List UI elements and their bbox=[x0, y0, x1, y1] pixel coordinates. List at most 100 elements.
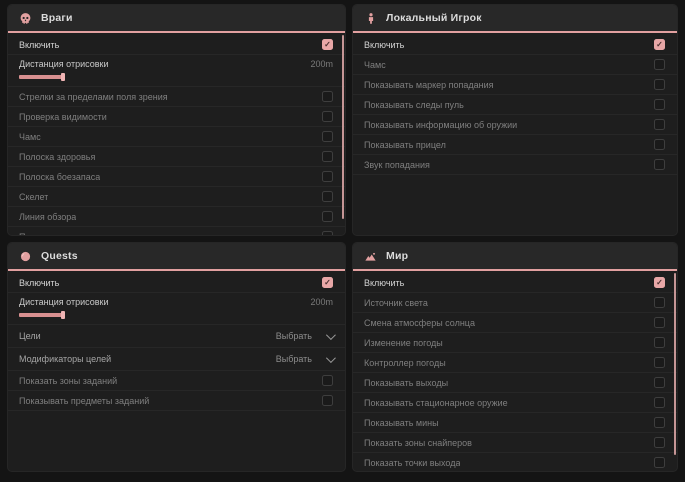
checkbox[interactable] bbox=[654, 397, 665, 408]
panels-grid: Враги Включить ✓ Дистанция отрисовки 200… bbox=[0, 0, 685, 471]
checkbox-row[interactable]: Проверка видимости bbox=[8, 107, 345, 127]
checkbox-row[interactable]: Включить ✓ bbox=[8, 35, 345, 55]
checkbox-row[interactable]: Изменение погоды bbox=[353, 333, 677, 353]
panel-title: Мир bbox=[386, 250, 408, 262]
select-value: Выбрать bbox=[276, 331, 312, 341]
checkbox[interactable]: ✓ bbox=[654, 277, 665, 288]
row-label: Звук попадания bbox=[364, 160, 430, 170]
checkbox[interactable] bbox=[322, 171, 333, 182]
checkbox-row[interactable]: Смена атмосферы солнца bbox=[353, 313, 677, 333]
checkbox[interactable] bbox=[654, 357, 665, 368]
checkbox-row[interactable]: Включить ✓ bbox=[353, 273, 677, 293]
row-label: Модификаторы целей bbox=[19, 354, 111, 364]
checkbox-row[interactable]: Чамс bbox=[353, 55, 677, 75]
checkbox[interactable] bbox=[654, 297, 665, 308]
checkbox-row[interactable]: Стрелки за пределами поля зрения bbox=[8, 87, 345, 107]
mountain-icon bbox=[364, 250, 377, 263]
checkbox[interactable] bbox=[654, 377, 665, 388]
checkbox[interactable] bbox=[322, 375, 333, 386]
panel-scrollbar[interactable] bbox=[342, 35, 344, 219]
panel-scrollbar[interactable] bbox=[674, 273, 676, 455]
checkbox[interactable] bbox=[654, 99, 665, 110]
checkbox-row[interactable]: Показывать следы пуль bbox=[353, 95, 677, 115]
slider-fill bbox=[19, 313, 63, 317]
slider-handle[interactable] bbox=[61, 73, 65, 81]
checkbox-row[interactable]: Показывать выходы bbox=[353, 373, 677, 393]
row-label: Чамс bbox=[364, 60, 386, 70]
row-label: Показывать следы пуль bbox=[364, 100, 464, 110]
checkbox-row[interactable]: Включить ✓ bbox=[353, 35, 677, 55]
checkbox[interactable] bbox=[654, 437, 665, 448]
checkbox[interactable]: ✓ bbox=[322, 39, 333, 50]
checkbox-row[interactable]: Включить ✓ bbox=[8, 273, 345, 293]
row-label: Полоска здоровья bbox=[19, 152, 95, 162]
row-label: Показывать стационарное оружие bbox=[364, 398, 508, 408]
skull-icon bbox=[19, 12, 32, 25]
row-label: Дистанция отрисовки bbox=[19, 59, 109, 69]
checkbox-row[interactable]: Показывать стационарное оружие bbox=[353, 393, 677, 413]
checkbox[interactable] bbox=[654, 159, 665, 170]
checkbox[interactable] bbox=[654, 119, 665, 130]
checkbox-row[interactable]: Чамс bbox=[8, 127, 345, 147]
checkbox[interactable] bbox=[322, 191, 333, 202]
checkbox[interactable] bbox=[322, 211, 333, 222]
slider-fill bbox=[19, 75, 63, 79]
slider-track[interactable] bbox=[19, 75, 219, 79]
checkbox-row[interactable]: Полоска боезапаса bbox=[8, 167, 345, 187]
panel-local-player: Локальный Игрок Включить ✓ Чамс Показыва… bbox=[353, 5, 677, 235]
slider-track[interactable] bbox=[19, 313, 219, 317]
select-row: Цели Выбрать bbox=[8, 325, 345, 348]
checkbox[interactable]: ✓ bbox=[322, 277, 333, 288]
checkbox[interactable] bbox=[322, 91, 333, 102]
row-label: Включить bbox=[19, 278, 59, 288]
select-value: Выбрать bbox=[276, 354, 312, 364]
checkbox-row[interactable]: Показывать следы пуль bbox=[8, 227, 345, 235]
checkbox[interactable] bbox=[322, 131, 333, 142]
row-label: Цели bbox=[19, 331, 41, 341]
checkbox-row[interactable]: Линия обзора bbox=[8, 207, 345, 227]
row-label: Показать точки выхода bbox=[364, 458, 460, 468]
checkbox-row[interactable]: Контроллер погоды bbox=[353, 353, 677, 373]
row-label: Показывать следы пуль bbox=[19, 232, 119, 236]
checkbox-row[interactable]: Показать зоны снайперов bbox=[353, 433, 677, 453]
row-label: Проверка видимости bbox=[19, 112, 107, 122]
checkbox-row[interactable]: Скелет bbox=[8, 187, 345, 207]
checkbox-row[interactable]: Показывать маркер попадания bbox=[353, 75, 677, 95]
checkbox-row[interactable]: Показать точки выхода bbox=[353, 453, 677, 471]
row-label: Полоска боезапаса bbox=[19, 172, 100, 182]
panel-enemies: Враги Включить ✓ Дистанция отрисовки 200… bbox=[8, 5, 345, 235]
checkbox[interactable] bbox=[654, 139, 665, 150]
checkbox[interactable] bbox=[654, 417, 665, 428]
checkbox-row[interactable]: Источник света bbox=[353, 293, 677, 313]
checkbox[interactable] bbox=[322, 111, 333, 122]
panel-header: Локальный Игрок bbox=[353, 5, 677, 33]
chevron-down-icon bbox=[326, 330, 336, 340]
row-label: Смена атмосферы солнца bbox=[364, 318, 475, 328]
checkbox-row[interactable]: Показать зоны заданий bbox=[8, 371, 345, 391]
checkbox[interactable] bbox=[322, 151, 333, 162]
checkbox-row[interactable]: Полоска здоровья bbox=[8, 147, 345, 167]
row-label: Контроллер погоды bbox=[364, 358, 446, 368]
checkbox-row[interactable]: Показывать мины bbox=[353, 413, 677, 433]
checkbox[interactable] bbox=[654, 59, 665, 70]
select-control[interactable]: Выбрать bbox=[276, 354, 333, 364]
checkbox-row[interactable]: Показывать прицел bbox=[353, 135, 677, 155]
checkbox-row[interactable]: Звук попадания bbox=[353, 155, 677, 175]
checkbox[interactable] bbox=[654, 317, 665, 328]
panel-world: Мир Включить ✓ Источник света Смена атмо… bbox=[353, 243, 677, 471]
checkbox[interactable] bbox=[654, 457, 665, 468]
row-label: Изменение погоды bbox=[364, 338, 443, 348]
checkbox[interactable] bbox=[322, 395, 333, 406]
row-label: Показывать маркер попадания bbox=[364, 80, 494, 90]
checkbox[interactable] bbox=[654, 79, 665, 90]
slider-value: 200m bbox=[310, 59, 333, 69]
slider-handle[interactable] bbox=[61, 311, 65, 319]
slider-value: 200m bbox=[310, 297, 333, 307]
checkbox-row[interactable]: Показывать предметы заданий bbox=[8, 391, 345, 411]
checkbox[interactable] bbox=[322, 231, 333, 235]
checkbox[interactable] bbox=[654, 337, 665, 348]
panel-rows: Включить ✓ Дистанция отрисовки 200m Стре… bbox=[8, 33, 345, 235]
checkbox-row[interactable]: Показывать информацию об оружии bbox=[353, 115, 677, 135]
checkbox[interactable]: ✓ bbox=[654, 39, 665, 50]
select-control[interactable]: Выбрать bbox=[276, 331, 333, 341]
